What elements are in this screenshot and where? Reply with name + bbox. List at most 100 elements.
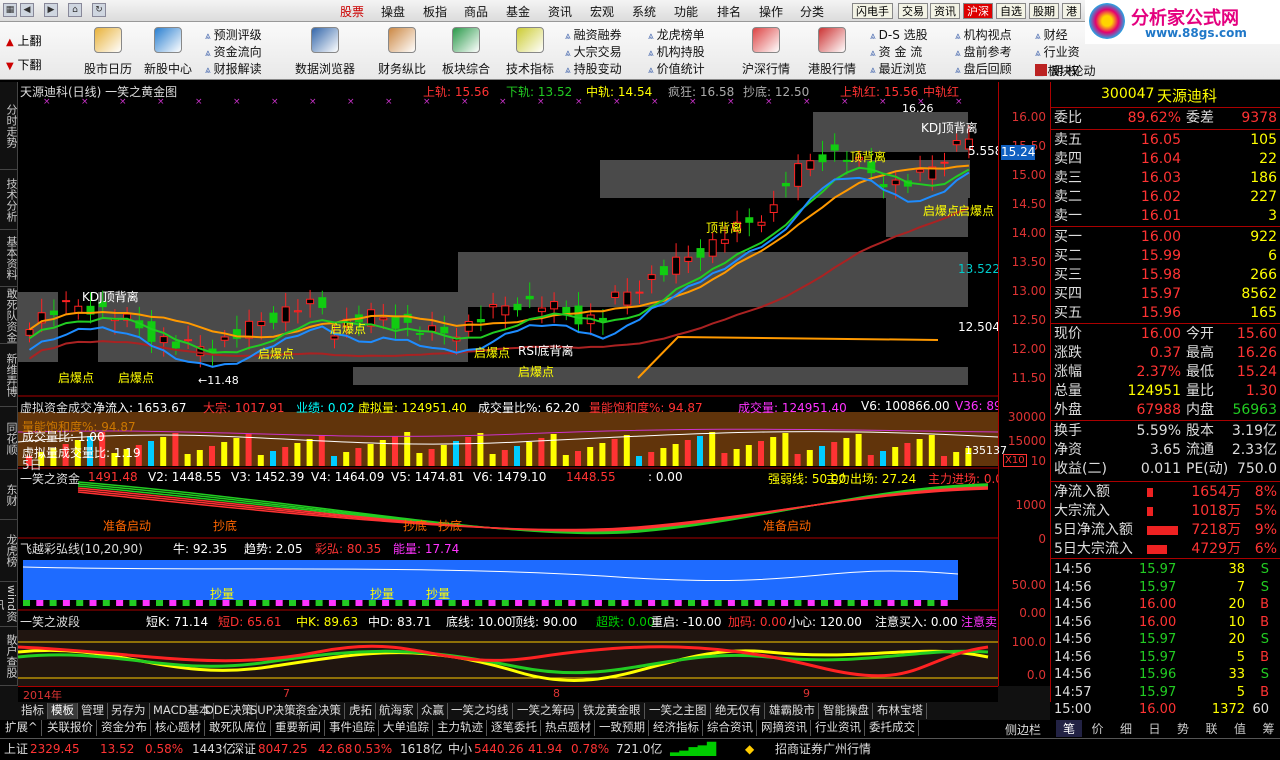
bottom-link-13[interactable]: 综合资讯 [704,720,757,736]
menu-0[interactable]: 股票 [340,3,364,20]
ask-row-0[interactable]: 卖五 16.05 105 [1051,131,1280,150]
app-menu-icon[interactable]: ▦ [3,3,17,17]
left-tab-6[interactable]: 东财 [0,470,18,520]
forward-icon[interactable]: ▶ [44,3,58,17]
bid-row-1[interactable]: 买二 15.99 6 [1051,247,1280,266]
bottom-tab-7[interactable]: 资金决策 [292,703,345,719]
toolbar-link-3-1[interactable]: ⩓ 资 金 流 [870,43,922,60]
options-button[interactable]: 期 权 [1035,62,1079,79]
back-icon[interactable]: ◀ [20,3,34,17]
bottom-link-0[interactable]: 扩展^ [2,720,42,736]
bottom-tab-12[interactable]: 一笑之筹码 [514,703,579,719]
left-tab-5[interactable]: 同花顺 [0,407,18,470]
bottom-link-2[interactable]: 资金分布 [98,720,151,736]
sh-index-label[interactable]: 上证 [4,739,28,759]
left-tab-9[interactable]: 散户查股 [0,627,18,686]
toolbar-button-2[interactable]: 数据浏览器 [295,24,355,78]
toolbar-link-1-2[interactable]: ⩓ 持股变动 [565,60,622,77]
bottom-tab-1[interactable]: 模板 [48,703,78,719]
toolbar-link-3-2[interactable]: ⩓ 最近浏览 [870,60,927,77]
toolbar-button-5[interactable]: 技术指标 [500,24,560,78]
bottom-tab-0[interactable]: 指标 [18,703,48,719]
menu-5[interactable]: 资讯 [548,3,572,20]
sidebar-toggle[interactable]: 侧边栏 [1005,721,1041,738]
quote-tab-4[interactable]: 势 [1170,720,1196,737]
left-tab-0[interactable]: 分时走势 [0,82,18,170]
left-tab-3[interactable]: 敢死队资金 [0,287,18,344]
bottom-tab-14[interactable]: 一笑之主图 [646,703,711,719]
toolbar-link-5-1[interactable]: ⩓ 行业资 [1035,43,1080,60]
menu-8[interactable]: 功能 [674,3,698,20]
page-down-button[interactable]: ▼ 下翻 [6,56,42,73]
quick-tab-1[interactable]: 交易 [898,3,928,19]
menu-2[interactable]: 板指 [423,3,447,20]
toolbar-link-5-0[interactable]: ⩓ 财经 [1035,26,1068,43]
bottom-link-7[interactable]: 大单追踪 [380,720,433,736]
bid-row-3[interactable]: 买四 15.97 8562 [1051,285,1280,304]
refresh-icon[interactable]: ↻ [92,3,106,17]
bottom-tab-13[interactable]: 铁龙黄金眼 [580,703,645,719]
toolbar-button-3[interactable]: 财务纵比 [372,24,432,78]
ask-row-1[interactable]: 卖四 16.04 22 [1051,150,1280,169]
bid-row-2[interactable]: 买三 15.98 266 [1051,266,1280,285]
quick-tab-0[interactable]: 闪电手 [852,3,893,19]
bottom-tab-2[interactable]: 管理 [78,703,108,719]
toolbar-button-0[interactable]: 股市日历 [78,24,138,78]
toolbar-link-1-1[interactable]: ⩓ 大宗交易 [565,43,622,60]
toolbar-link-4-2[interactable]: ⩓ 盘后回顾 [955,60,1012,77]
menu-7[interactable]: 系统 [632,3,656,20]
toolbar-button-7[interactable]: 港股行情 [802,24,862,78]
menu-4[interactable]: 基金 [506,3,530,20]
quote-tab-6[interactable]: 值 [1227,720,1253,737]
bottom-link-10[interactable]: 热点题材 [542,720,595,736]
bottom-tab-11[interactable]: 一笑之均线 [448,703,513,719]
quote-tab-7[interactable]: 筹 [1256,720,1280,737]
bottom-link-5[interactable]: 重要新闻 [272,720,325,736]
left-tab-7[interactable]: 龙虎榜 [0,520,18,582]
bottom-link-3[interactable]: 核心题材 [152,720,205,736]
menu-11[interactable]: 分类 [800,3,824,20]
quick-tab-3[interactable]: 沪深 [963,3,993,19]
left-tab-8[interactable]: wind资讯 [0,582,18,627]
quick-tab-5[interactable]: 股期 [1029,3,1059,19]
toolbar-link-3-0[interactable]: ⩓ D-S 选股 [870,26,928,43]
ask-row-4[interactable]: 卖一 16.01 3 [1051,207,1280,226]
bottom-link-8[interactable]: 主力轨迹 [434,720,487,736]
bottom-link-9[interactable]: 逐笔委托 [488,720,541,736]
menu-10[interactable]: 操作 [759,3,783,20]
left-tab-1[interactable]: 技术分析 [0,170,18,230]
toolbar-link-4-0[interactable]: ⩓ 机构视点 [955,26,1012,43]
quote-tab-5[interactable]: 联 [1199,720,1225,737]
quote-tab-2[interactable]: 细 [1113,720,1139,737]
menu-3[interactable]: 商品 [464,3,488,20]
ask-row-3[interactable]: 卖二 16.02 227 [1051,188,1280,207]
page-up-button[interactable]: ▲ 上翻 [6,32,42,49]
bottom-tab-18[interactable]: 布林宝塔 [874,703,927,719]
bottom-link-1[interactable]: 关联报价 [44,720,97,736]
chart-area[interactable]: × × × × × × × × × × × × × × × × × × × × × × × × × 准备启动 抄底 抄底 抄底 准备启动抄… [18,82,1011,686]
toolbar-button-1[interactable]: 新股中心 [138,24,198,78]
toolbar-link-0-0[interactable]: ⩓ 预测评级 [205,26,262,43]
toolbar-link-4-1[interactable]: ⩓ 盘前参考 [955,43,1012,60]
bottom-link-16[interactable]: 委托成交 [866,720,919,736]
bottom-link-6[interactable]: 事件追踪 [326,720,379,736]
menu-6[interactable]: 宏观 [590,3,614,20]
menu-1[interactable]: 操盘 [381,3,405,20]
zx-index-label[interactable]: 中小 [448,739,472,759]
toolbar-link-1-0[interactable]: ⩓ 融资融券 [565,26,622,43]
bottom-link-4[interactable]: 敢死队席位 [206,720,271,736]
toolbar-link-2-2[interactable]: ⩓ 价值统计 [648,60,705,77]
quote-tab-0[interactable]: 笔 [1056,720,1082,737]
bottom-link-14[interactable]: 网摘资讯 [758,720,811,736]
home-icon[interactable]: ⌂ [68,3,82,17]
left-tab-4[interactable]: 新维弄博 [0,344,18,407]
left-tab-2[interactable]: 基本资料 [0,230,18,287]
quote-tab-3[interactable]: 日 [1142,720,1168,737]
bottom-tab-15[interactable]: 绝无仅有 [712,703,765,719]
bid-row-4[interactable]: 买五 15.96 165 [1051,304,1280,323]
bottom-tab-10[interactable]: 众赢 [418,703,448,719]
toolbar-link-0-2[interactable]: ⩓ 财报解读 [205,60,262,77]
quick-tab-2[interactable]: 资讯 [930,3,960,19]
toolbar-button-6[interactable]: 沪深行情 [736,24,796,78]
menu-9[interactable]: 排名 [717,3,741,20]
